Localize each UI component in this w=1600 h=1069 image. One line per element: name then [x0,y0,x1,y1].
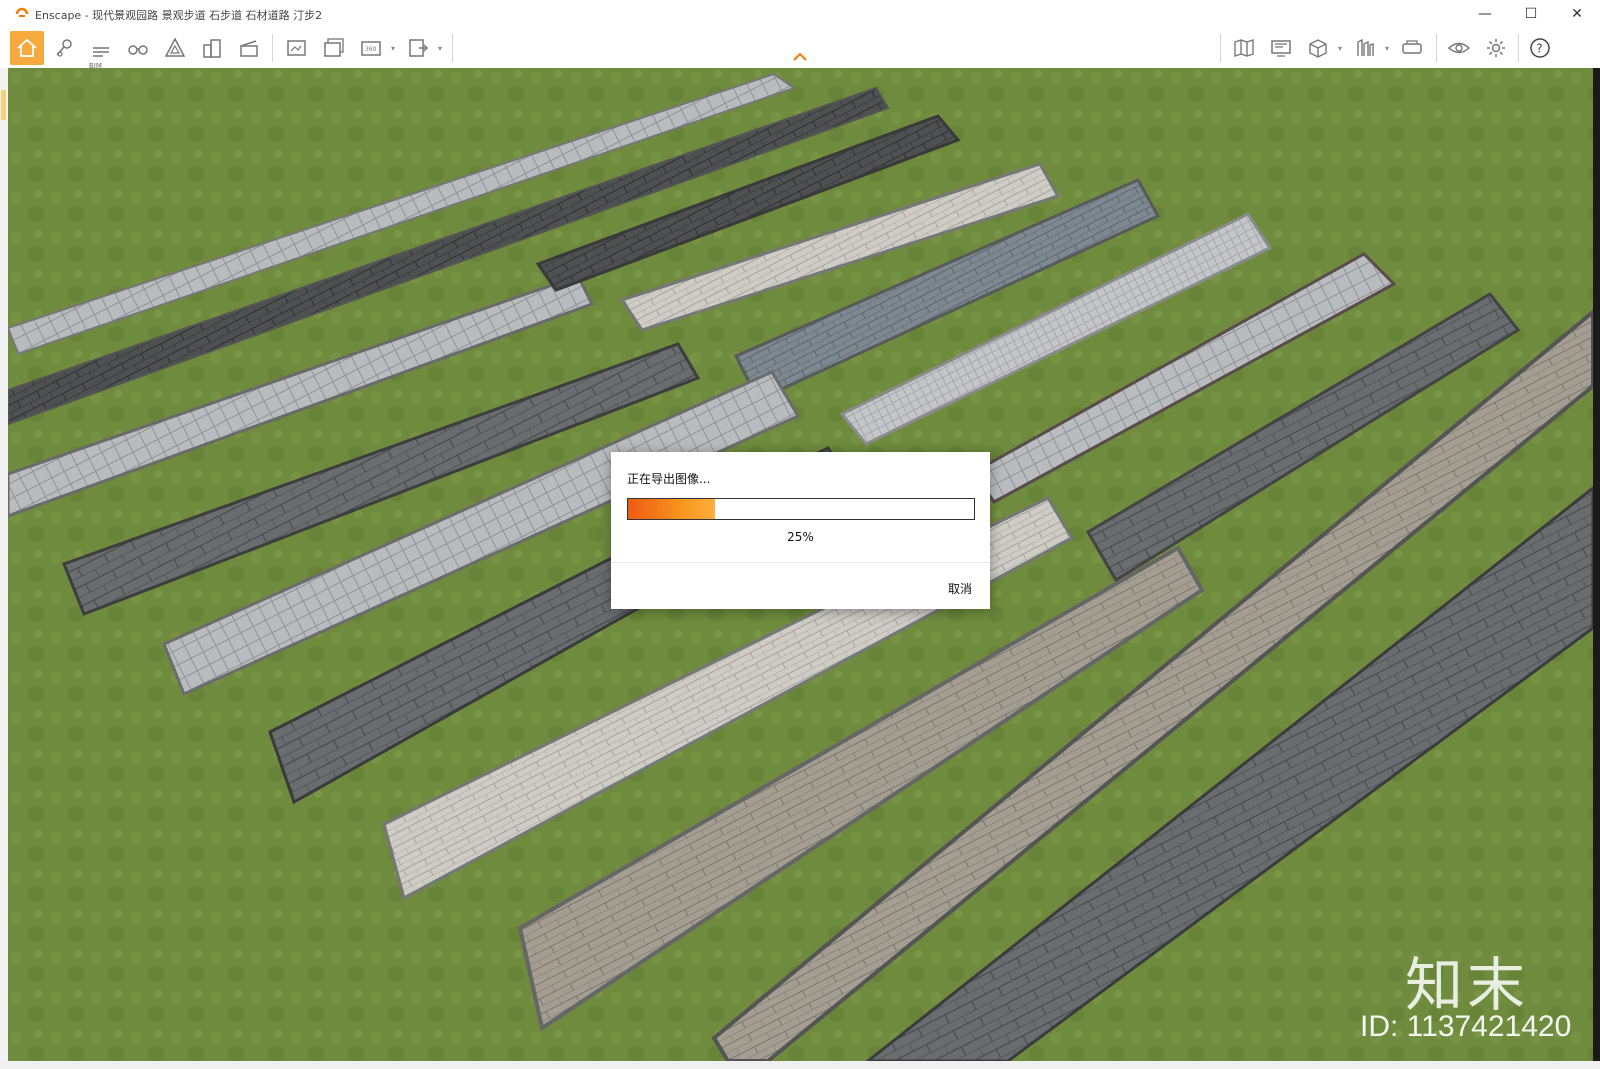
title-bar: Enscape - 现代景观园路 景观步道 石步道 石材道路 汀步2 — ☐ ✕ [0,0,1600,28]
maximize-icon: ☐ [1524,6,1538,22]
panorama-360-icon: 360 [361,41,381,56]
library-icon [1357,38,1374,56]
binoculars-button[interactable] [121,31,155,65]
export-progress-dialog: 正在导出图像... 25% 取消 [611,452,990,609]
export-exe-button[interactable] [401,31,435,65]
progress-percent: 25% [787,530,814,544]
enscape-window: Enscape - 现代景观园路 景观步道 石步道 石材道路 汀步2 — ☐ ✕… [0,0,1600,1069]
close-button[interactable]: ✕ [1554,0,1600,28]
settings-button[interactable] [1479,31,1513,65]
enscape-logo-icon [15,7,29,17]
visual-settings-button[interactable] [1442,31,1476,65]
buildings-icon [203,39,221,58]
collapse-toolbar-icon[interactable] [792,50,808,62]
help-button[interactable]: ? [1523,31,1557,65]
export-exe-icon [409,39,428,57]
window-title: Enscape - 现代景观园路 景观步道 石步道 石材道路 汀步2 [35,9,323,22]
box-view-icon [1309,39,1327,58]
panorama-dropdown-icon[interactable]: ▾ [391,44,395,53]
dialog-title: 正在导出图像... [627,472,711,486]
maximize-button[interactable]: ☐ [1508,0,1554,28]
toolbar-separator [272,34,273,62]
toolbar-separator [1436,34,1437,62]
map-button[interactable] [1227,31,1261,65]
box-view-button[interactable] [1301,31,1335,65]
pin-button[interactable] [47,31,81,65]
bottom-edge [0,1061,1600,1069]
binoculars-icon [128,45,148,55]
monitor-button[interactable] [1264,31,1298,65]
pin-icon [56,39,72,57]
cancel-button[interactable]: 取消 [948,580,972,597]
svg-text:360: 360 [365,46,377,53]
close-icon: ✕ [1571,6,1583,22]
right-edge [1593,68,1600,1069]
toolbar-separator [1518,34,1519,62]
buildings-button[interactable] [195,31,229,65]
home-icon [17,38,37,57]
minimize-button[interactable]: — [1462,0,1508,28]
home-button[interactable] [10,31,44,65]
architectural-icon [164,37,186,57]
help-icon: ? [1530,38,1550,58]
batch-render-icon [324,38,344,57]
eye-icon [1447,42,1471,54]
settings-gear-icon [1487,39,1505,57]
monitor-icon [1271,40,1291,57]
library-button[interactable] [1348,31,1382,65]
minimize-icon: — [1478,6,1492,22]
box-view-dropdown-icon[interactable]: ▾ [1338,44,1342,53]
panorama-button[interactable]: 360 [354,31,388,65]
batch-render-button[interactable] [317,31,351,65]
main-toolbar: BIM 360 ▾ ▾ ▾ ▾ ? [0,28,1600,70]
map-icon [1234,39,1254,57]
clapper-button[interactable] [232,31,266,65]
toolbar-separator [1220,34,1221,62]
library-dropdown-icon[interactable]: ▾ [1385,44,1389,53]
bim-icon [93,47,109,57]
vr-headset-icon [1402,40,1422,54]
bim-button[interactable] [84,31,118,65]
dialog-divider [611,562,990,563]
architectural-button[interactable] [158,31,192,65]
progress-bar [627,498,975,520]
watermark-id: ID: 1137421420 [1360,1010,1572,1043]
screenshot-icon [287,40,306,56]
export-dropdown-icon[interactable]: ▾ [438,44,442,53]
vr-headset-button[interactable] [1395,31,1429,65]
clapper-icon [240,40,258,57]
screenshot-button[interactable] [280,31,314,65]
toolbar-separator [452,34,453,62]
svg-text:?: ? [1536,42,1542,56]
left-panel-edge [0,68,8,1061]
panel-marker [1,90,6,120]
progress-fill [628,499,715,519]
